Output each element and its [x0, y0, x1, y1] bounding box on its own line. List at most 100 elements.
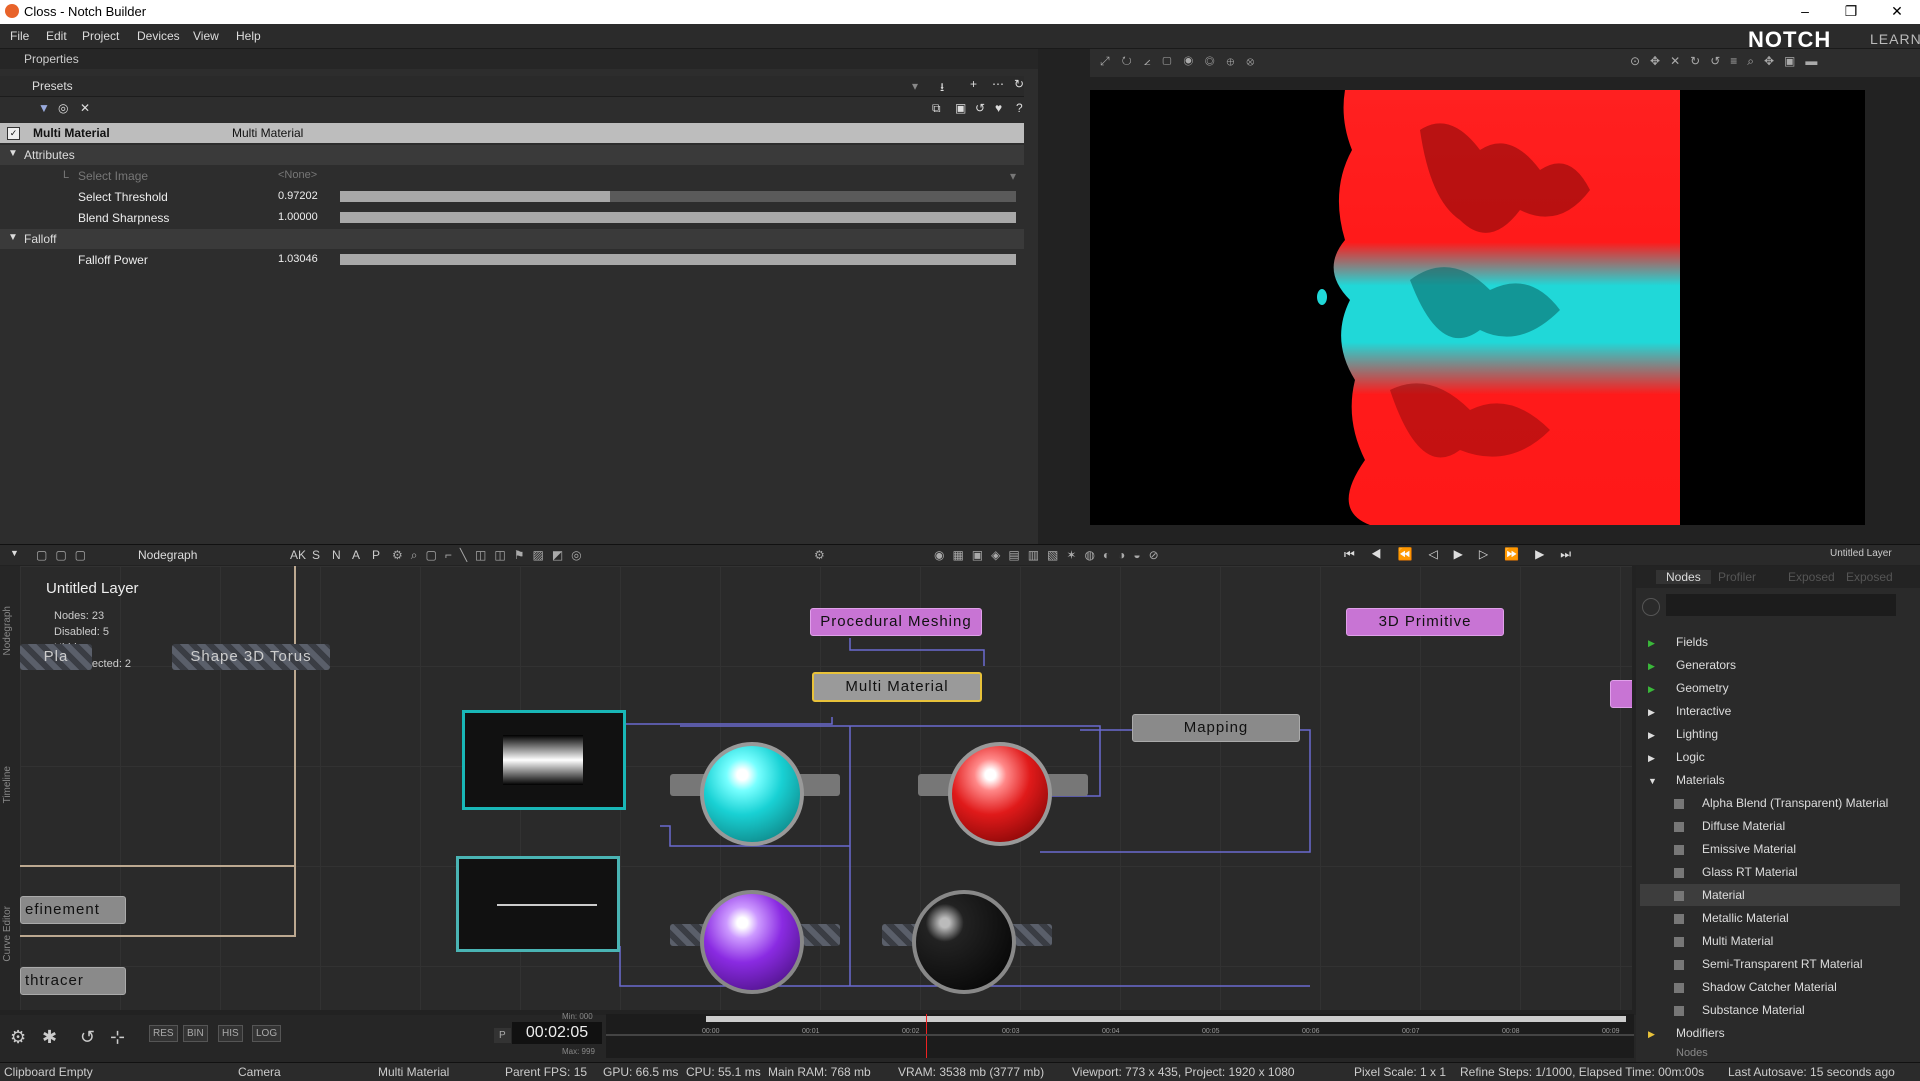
tab-profiler[interactable]: Profiler — [1718, 570, 1756, 584]
paste-icon[interactable]: ▣ — [955, 101, 966, 115]
expand-icon[interactable]: ▶ — [1648, 661, 1655, 672]
collapse-icon[interactable]: ▼ — [8, 232, 18, 243]
toolbar-p[interactable]: P — [372, 548, 380, 562]
restore-button[interactable]: ❐ — [1828, 0, 1874, 24]
node-multi-material[interactable]: Multi Material — [812, 672, 982, 702]
expand-icon[interactable]: ▶ — [1648, 753, 1655, 764]
material-item[interactable]: Material — [1702, 888, 1745, 902]
node-shape-3d-torus[interactable]: Shape 3D Torus — [172, 644, 330, 670]
minimize-button[interactable]: – — [1782, 0, 1828, 24]
material-item[interactable]: Diffuse Material — [1702, 819, 1785, 833]
category-materials[interactable]: Materials — [1676, 773, 1725, 787]
viewport-tools[interactable]: ⤢↻∠▢◉◎⊕⊗ — [1100, 54, 1266, 69]
param-row[interactable]: Blend Sharpness 1.00000 — [0, 208, 1024, 228]
material-sphere-violet[interactable] — [700, 890, 804, 994]
menu-toggle-icon[interactable]: ▼ — [10, 548, 19, 558]
category-interactive[interactable]: Interactive — [1676, 704, 1731, 718]
blend-sharpness-slider[interactable] — [340, 212, 1016, 223]
image-node-gradient[interactable] — [462, 710, 626, 810]
help-icon[interactable]: ? — [1016, 101, 1023, 115]
node-procedural-meshing[interactable]: Procedural Meshing — [810, 608, 982, 636]
node-tool-icons[interactable]: ⚙⌕▢⌐╲◫◫⚑▨◩◎ — [392, 548, 590, 563]
filter-icon[interactable]: ▼ — [38, 101, 50, 115]
toolbar-ak[interactable]: AK — [290, 548, 306, 562]
dropdown-icon[interactable]: ▾ — [1010, 169, 1016, 183]
expand-icon[interactable]: ▶ — [1648, 1029, 1655, 1040]
copy-icon[interactable]: ⧉ — [932, 101, 941, 116]
material-item[interactable]: Substance Material — [1702, 1003, 1805, 1017]
select-image-value[interactable]: <None> — [278, 169, 317, 181]
image-node-line[interactable] — [456, 856, 620, 952]
enable-checkbox[interactable]: ✓ — [7, 127, 20, 140]
expand-icon[interactable]: ▶ — [1648, 684, 1655, 695]
param-value[interactable]: 1.00000 — [278, 211, 318, 223]
settings-alt-icon[interactable]: ✱ — [42, 1027, 57, 1048]
presets-dropdown-icon[interactable]: ▾ — [912, 79, 918, 93]
category-nodes[interactable]: Nodes — [1676, 1047, 1708, 1059]
download-icon[interactable]: ⭳ — [940, 78, 944, 99]
timeline-track[interactable]: 00:00 00:01 00:02 00:03 00:04 00:05 00:0… — [606, 1014, 1634, 1058]
expand-icon[interactable]: ▶ — [1648, 638, 1655, 649]
param-row[interactable]: Falloff Power 1.03046 — [0, 250, 1024, 270]
side-tab-curve-editor[interactable]: Curve Editor — [2, 906, 13, 962]
side-tab-timeline[interactable]: Timeline — [2, 766, 13, 803]
viewport[interactable] — [1090, 90, 1865, 525]
keyframe-icon[interactable]: ⊹ — [110, 1027, 125, 1048]
param-row[interactable]: Select Threshold 0.97202 — [0, 187, 1024, 207]
more-icon[interactable]: ⋯ — [992, 77, 1004, 91]
view-controls[interactable]: ⊙✥✕↻↺≡⌕✥▣▬ — [1630, 54, 1827, 69]
toolbar-s[interactable]: S — [312, 548, 320, 562]
expand-icon[interactable]: ▶ — [1648, 707, 1655, 718]
node-offscreen[interactable] — [1610, 680, 1632, 708]
nodegraph-tab[interactable]: Nodegraph — [138, 548, 197, 562]
material-sphere-cyan[interactable] — [700, 742, 804, 846]
add-icon[interactable]: + — [970, 77, 977, 91]
layout-icons[interactable]: ▢▢▢ — [36, 548, 94, 562]
material-item[interactable]: Emissive Material — [1702, 842, 1796, 856]
menu-file[interactable]: File — [10, 29, 29, 43]
search-icon[interactable] — [1642, 598, 1660, 616]
falloff-power-slider[interactable] — [340, 254, 1016, 265]
param-value[interactable]: 0.97202 — [278, 190, 318, 202]
his-button[interactable]: HIS — [218, 1025, 243, 1042]
toolbar-n[interactable]: N — [332, 548, 341, 562]
toolbar-a[interactable]: A — [352, 548, 360, 562]
log-button[interactable]: LOG — [252, 1025, 282, 1042]
refresh-icon[interactable]: ↻ — [1014, 77, 1024, 91]
node-search-input[interactable] — [1666, 594, 1896, 616]
category-lighting[interactable]: Lighting — [1676, 727, 1718, 741]
transport-controls[interactable]: ⏮◀⏪◁▶▷⏩▶⏭ — [1344, 547, 1587, 562]
material-item[interactable]: Alpha Blend (Transparent) Material — [1702, 796, 1888, 810]
category-geometry[interactable]: Geometry — [1676, 681, 1729, 695]
collapse-icon[interactable]: ▼ — [1648, 776, 1657, 786]
expand-icon[interactable]: ▶ — [1648, 730, 1655, 741]
render-mode-icons[interactable]: ◉▦▣◈▤▥▧✶◍◐◑◒⊘ — [934, 548, 1167, 562]
res-button[interactable]: RES — [149, 1025, 178, 1042]
favorite-icon[interactable]: ♥ — [995, 101, 1002, 115]
current-time[interactable]: 00:02:05 — [512, 1022, 602, 1044]
material-sphere-black[interactable] — [912, 890, 1016, 994]
select-image-row[interactable]: L Select Image <None> ▾ — [0, 166, 1024, 186]
material-item[interactable]: Multi Material — [1702, 934, 1773, 948]
p-button[interactable]: P — [494, 1028, 511, 1043]
material-item[interactable]: Shadow Catcher Material — [1702, 980, 1837, 994]
clear-icon[interactable]: ✕ — [80, 101, 90, 115]
category-generators[interactable]: Generators — [1676, 658, 1736, 672]
settings-icon[interactable]: ⚙ — [814, 548, 825, 562]
select-threshold-slider[interactable] — [340, 191, 1016, 202]
material-item[interactable]: Glass RT Material — [1702, 865, 1798, 879]
menu-view[interactable]: View — [193, 29, 219, 43]
gear-icon[interactable]: ⚙ — [10, 1027, 26, 1048]
node-3d-primitive[interactable]: 3D Primitive — [1346, 608, 1504, 636]
node-plane[interactable]: Pla — [20, 644, 92, 670]
close-button[interactable]: ✕ — [1874, 0, 1920, 24]
collapse-icon[interactable]: ▼ — [8, 148, 18, 159]
node-pathtracer[interactable]: thtracer — [20, 967, 126, 995]
menu-help[interactable]: Help — [236, 29, 261, 43]
falloff-group[interactable]: ▼ Falloff — [0, 229, 1024, 249]
menu-project[interactable]: Project — [82, 29, 119, 43]
category-fields[interactable]: Fields — [1676, 635, 1708, 649]
timeline-range[interactable] — [706, 1016, 1626, 1022]
category-logic[interactable]: Logic — [1676, 750, 1705, 764]
reset-icon[interactable]: ↺ — [975, 101, 985, 115]
